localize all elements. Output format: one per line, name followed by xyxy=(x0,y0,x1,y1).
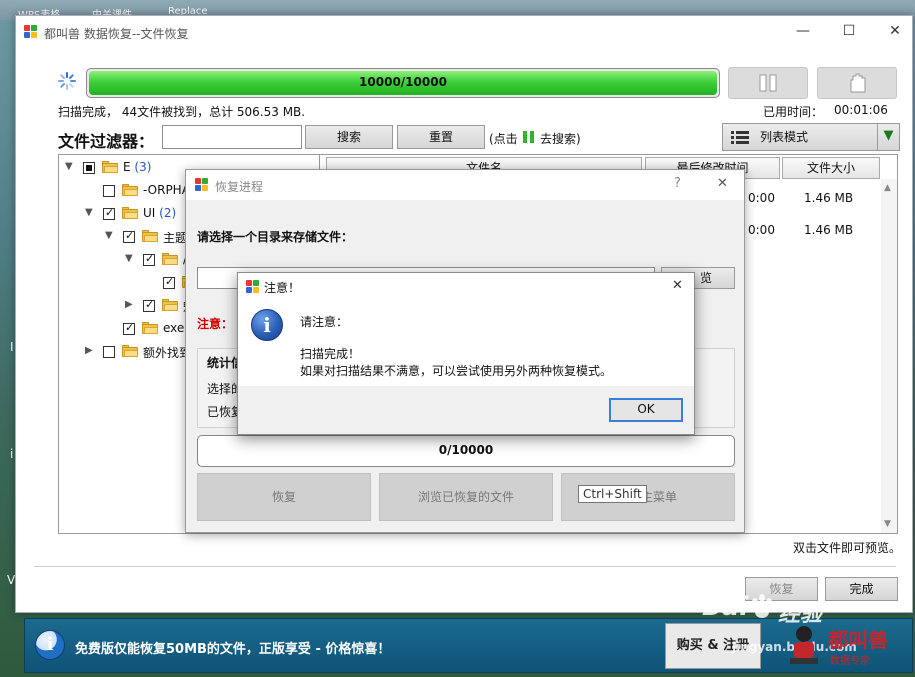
dialog-recover-button[interactable]: 恢复 xyxy=(197,473,371,521)
filter-label: 文件过滤器： xyxy=(58,132,155,151)
dialog-title: 恢复进程 xyxy=(215,180,264,194)
tree-item[interactable]: -ORPHA xyxy=(143,183,190,197)
list-view-icon xyxy=(731,131,749,144)
folder-open-icon xyxy=(102,161,118,173)
note-label: 注意： xyxy=(197,317,234,331)
divider xyxy=(34,566,896,567)
scan-progress-text: 10000/10000 xyxy=(359,75,447,89)
tree-checkbox[interactable] xyxy=(83,162,95,174)
collapse-arrow-icon[interactable]: ▼ xyxy=(85,207,93,218)
recovery-progress-bar: 0/10000 xyxy=(197,435,735,467)
chevron-down-icon[interactable]: ▼ xyxy=(877,123,899,151)
elapsed-value: 00:01:06 xyxy=(834,103,888,117)
view-mode-label: 列表模式 xyxy=(760,130,809,144)
folder-open-icon xyxy=(142,230,158,242)
app-logo-icon xyxy=(24,25,38,39)
dialog-title-bar: 恢复进程 ? ✕ xyxy=(186,170,744,200)
tree-item[interactable]: 额外找到 xyxy=(143,344,191,361)
recovery-progress-text: 0/10000 xyxy=(438,443,494,457)
banner-text: 免费版仅能恢复50MB的文件，正版享受 - 价格惊喜！ xyxy=(75,642,391,657)
column-header-size[interactable]: 文件大小 xyxy=(782,157,880,179)
scroll-down-icon[interactable]: ▼ xyxy=(884,519,891,529)
banner-info-icon: i xyxy=(35,630,65,660)
pause-icon xyxy=(759,74,777,92)
ok-button[interactable]: OK xyxy=(609,398,683,422)
list-scrollbar[interactable]: ▲ ▼ xyxy=(881,179,897,533)
desktop-letter: I xyxy=(10,340,14,354)
loading-spinner-icon xyxy=(58,72,76,90)
green-search-icon xyxy=(523,131,534,143)
minimize-button[interactable]: — xyxy=(788,20,818,42)
preview-hint: 双击文件即可预览。 xyxy=(793,541,902,555)
collapse-arrow-icon[interactable]: ▼ xyxy=(65,161,73,172)
desktop-letter: i xyxy=(10,447,14,461)
mascot-logo-icon xyxy=(790,626,818,664)
collapse-arrow-icon[interactable]: ▼ xyxy=(125,253,133,264)
notice-close-button[interactable]: ✕ xyxy=(672,278,683,293)
scan-progress-bar: 10000/10000 xyxy=(86,68,720,98)
row-modified: 0:00 xyxy=(748,223,775,237)
stop-hand-icon xyxy=(850,73,866,93)
desktop-letter: V xyxy=(7,573,16,587)
window-title: 都叫兽 数据恢复--文件恢复 xyxy=(44,27,189,41)
tree-checkbox[interactable] xyxy=(103,206,115,220)
stop-button[interactable] xyxy=(817,67,897,99)
watermark-brand: Bai xyxy=(702,592,749,622)
tree-item[interactable]: 主题 xyxy=(163,229,187,246)
folder-icon xyxy=(142,322,158,334)
filter-input[interactable] xyxy=(162,125,302,149)
pause-button[interactable] xyxy=(728,67,808,99)
maximize-button[interactable]: ☐ xyxy=(834,20,864,42)
tree-checkbox[interactable] xyxy=(123,229,135,243)
notice-line3: 如果对扫描结果不满意，可以尝试使用另外两种恢复模式。 xyxy=(300,364,613,378)
elapsed-label: 已用时间： xyxy=(763,105,824,119)
browse-recovered-button[interactable]: 浏览已恢复的文件 xyxy=(379,473,553,521)
folder-icon xyxy=(122,184,138,196)
notice-line1: 请注意： xyxy=(300,315,349,329)
shortcut-tooltip: Ctrl+Shift xyxy=(578,485,647,503)
info-icon: i xyxy=(251,309,283,341)
notice-line2: 扫描完成！ xyxy=(300,347,361,361)
row-size: 1.46 MB xyxy=(804,223,854,237)
tree-item[interactable]: UI (2) xyxy=(143,206,176,220)
filter-hint-prefix: (点击 xyxy=(489,132,518,146)
close-button[interactable]: ✕ xyxy=(880,20,910,42)
tree-root-label[interactable]: E (3) xyxy=(123,160,151,174)
collapse-arrow-icon[interactable]: ▼ xyxy=(105,230,113,241)
folder-plus-icon xyxy=(162,299,178,311)
tree-checkbox[interactable] xyxy=(103,346,115,358)
scan-status: 扫描完成， 44文件被找到，总计 506.53 MB. xyxy=(58,105,306,119)
dialog-close-button[interactable]: ✕ xyxy=(717,176,728,191)
folder-open-icon xyxy=(162,253,178,265)
logo-text: 都叫兽 xyxy=(828,628,888,652)
help-button[interactable]: ? xyxy=(674,176,681,191)
expand-arrow-icon[interactable]: ▶ xyxy=(85,345,93,356)
logo-subtext: 数据专家 xyxy=(830,656,870,667)
baidu-paw-icon xyxy=(752,594,772,618)
folder-open-icon xyxy=(122,207,138,219)
tree-checkbox[interactable] xyxy=(143,298,155,312)
tree-item[interactable]: exe xyxy=(163,321,184,335)
filter-hint-suffix: 去搜索) xyxy=(540,132,581,146)
app-logo-icon xyxy=(246,280,260,294)
view-mode-select[interactable]: 列表模式 ▼ xyxy=(722,123,900,151)
tree-checkbox[interactable] xyxy=(123,321,135,335)
notice-dialog: 注意！ ✕ i 请注意： 扫描完成！ 如果对扫描结果不满意，可以尝试使用另外两种… xyxy=(237,272,695,435)
reset-button[interactable]: 重置 xyxy=(397,125,485,149)
choose-dir-label: 请选择一个目录来存储文件： xyxy=(197,230,354,244)
tree-checkbox[interactable] xyxy=(163,275,175,289)
tree-checkbox[interactable] xyxy=(143,252,155,266)
done-button[interactable]: 完成 xyxy=(825,577,898,601)
expand-arrow-icon[interactable]: ▶ xyxy=(125,299,133,310)
notice-title: 注意！ xyxy=(264,281,301,295)
title-bar: 都叫兽 数据恢复--文件恢复 — ☐ ✕ xyxy=(16,16,912,48)
app-logo-icon xyxy=(195,178,209,192)
row-modified: 0:00 xyxy=(748,191,775,205)
folder-plus-icon xyxy=(122,345,138,357)
tree-checkbox[interactable] xyxy=(103,185,115,197)
row-size: 1.46 MB xyxy=(804,191,854,205)
scroll-up-icon[interactable]: ▲ xyxy=(884,183,891,193)
search-button[interactable]: 搜索 xyxy=(305,125,393,149)
